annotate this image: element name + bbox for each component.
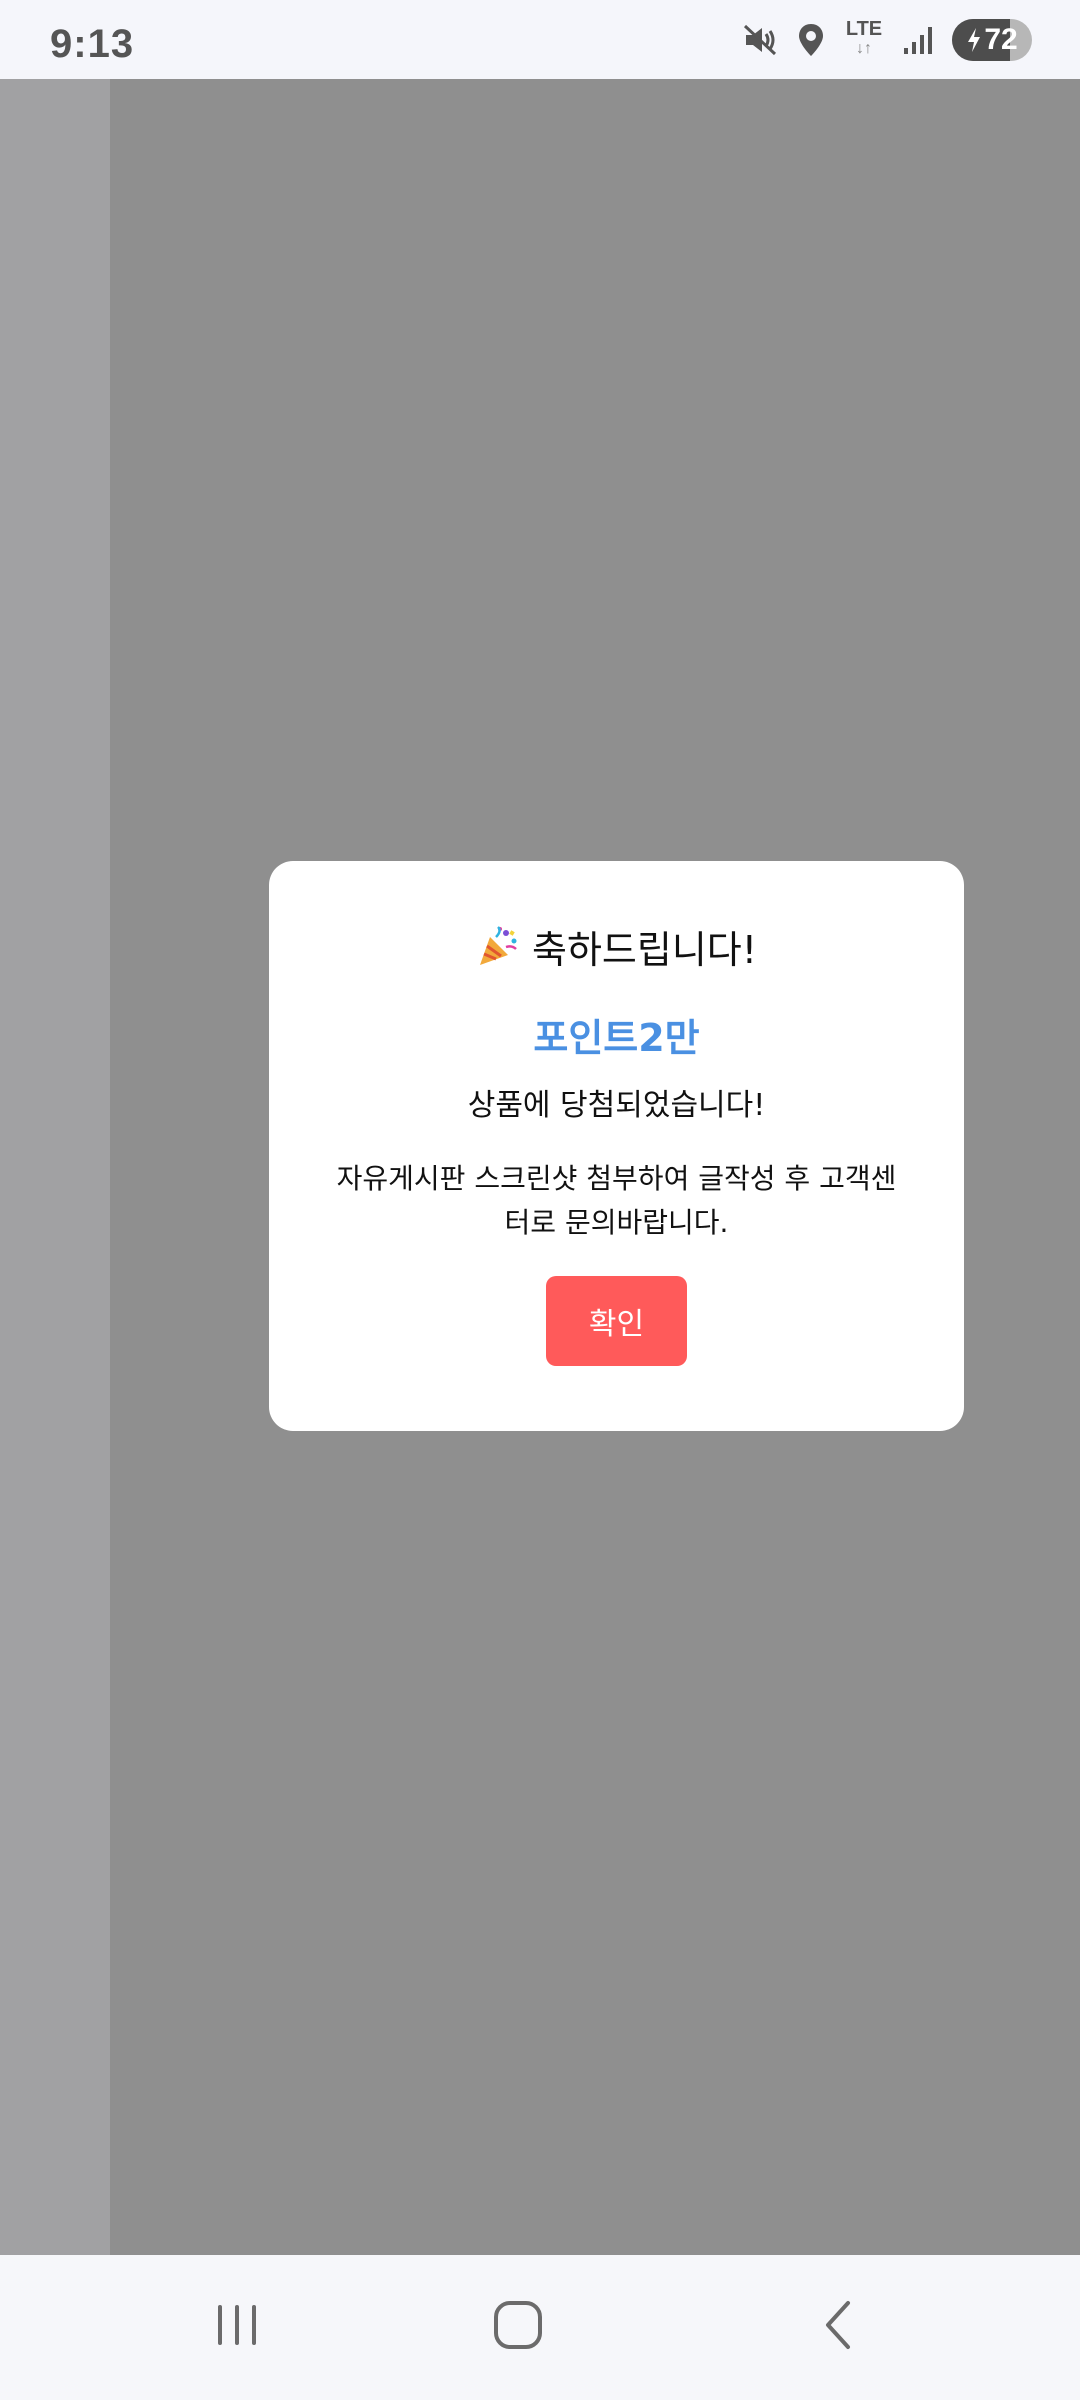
recents-icon xyxy=(218,2305,256,2345)
recents-button[interactable] xyxy=(187,2275,287,2375)
battery-level: 72 xyxy=(984,23,1018,56)
home-icon xyxy=(494,2301,542,2349)
navigation-bar xyxy=(0,2255,1080,2400)
home-button[interactable] xyxy=(468,2275,568,2375)
prize-message: 상품에 당첨되었습니다! xyxy=(467,1088,766,1123)
prize-dialog: 축하드립니다! 포인트2만 상품에 당첨되었습니다! 자유게시판 스크린샷 첨부… xyxy=(269,861,964,1431)
charging-bolt-icon xyxy=(968,28,981,52)
back-icon xyxy=(826,2301,850,2349)
battery-indicator: 72 xyxy=(952,19,1032,61)
mute-icon xyxy=(742,22,778,58)
dialog-title: 축하드립니다! xyxy=(532,928,757,972)
phone-screen: 9:13 LTE ↓↑ 72 축하드립니다! 포인트2만 상품에 당첨되었습니다… xyxy=(0,0,1080,2400)
dialog-title-row: 축하드립니다! xyxy=(269,919,964,974)
back-button[interactable] xyxy=(790,2275,890,2375)
prize-name: 포인트2만 xyxy=(533,1016,700,1060)
location-icon xyxy=(796,22,826,58)
side-panel-edge xyxy=(0,79,110,2255)
status-icons: LTE ↓↑ 72 xyxy=(742,18,1032,62)
party-popper-icon xyxy=(476,925,520,969)
signal-icon xyxy=(902,24,934,56)
confirm-button[interactable]: 확인 xyxy=(546,1276,687,1366)
status-bar: 9:13 LTE ↓↑ 72 xyxy=(0,0,1080,79)
status-time: 9:13 xyxy=(50,22,135,66)
instruction-text: 자유게시판 스크린샷 첨부하여 글작성 후 고객센터로 문의바랍니다. xyxy=(336,1162,897,1239)
lte-icon: LTE ↓↑ xyxy=(845,18,883,57)
